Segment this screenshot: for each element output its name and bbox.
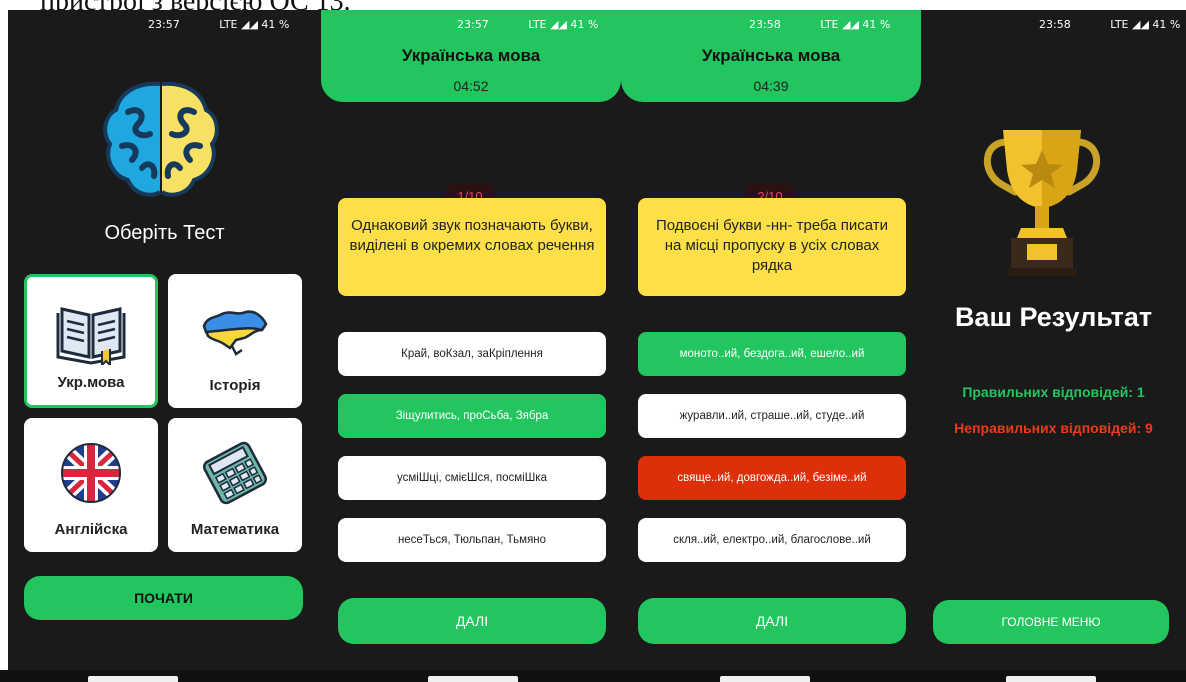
- answer-option-correct[interactable]: Зіщулитись, проСьба, Зябра: [338, 394, 606, 438]
- correct-count: Правильних відповідей: 1: [962, 384, 1145, 400]
- status-bar: 23:58 LTE ◢◢ 41 %: [749, 18, 890, 31]
- test-selection-screen: 23:57 LTE ◢◢ 41 % Оберіть Тест Укр.мова …: [8, 10, 321, 670]
- countdown-timer: 04:39: [753, 78, 789, 94]
- test-card-math[interactable]: Математика: [168, 418, 302, 552]
- next-button[interactable]: ДАЛІ: [338, 598, 606, 644]
- question-text: Подвоєні букви -нн- треба писати на місц…: [638, 198, 906, 296]
- status-bar: 23:57 LTE ◢◢ 41 %: [148, 18, 289, 31]
- calculator-icon: [202, 441, 268, 505]
- status-time: 23:57: [457, 18, 489, 31]
- nav-home-pill[interactable]: [88, 676, 178, 682]
- main-menu-button[interactable]: ГОЛОВНЕ МЕНЮ: [933, 600, 1169, 644]
- test-card-ukrainian[interactable]: Укр.мова: [24, 274, 158, 408]
- wrong-count: Неправильних відповідей: 9: [954, 420, 1153, 436]
- answer-option[interactable]: журавли..ий, страше..ий, студе..ий: [638, 394, 906, 438]
- status-time: 23:58: [1039, 18, 1071, 31]
- test-card-label: Математика: [190, 521, 280, 538]
- uk-flag-icon: [61, 443, 121, 503]
- status-network: LTE ◢◢ 41 %: [219, 18, 290, 31]
- question-screen-2: 23:58 LTE ◢◢ 41 % Українська мова 04:39 …: [621, 10, 921, 670]
- question-screen-1: 23:57 LTE ◢◢ 41 % Українська мова 04:52 …: [321, 10, 621, 670]
- answer-option-correct[interactable]: моното..ий, бездога..ий, ешело..ий: [638, 332, 906, 376]
- subject-title: Українська мова: [401, 46, 541, 65]
- status-time: 23:58: [749, 18, 781, 31]
- test-card-history[interactable]: Історія: [168, 274, 302, 408]
- status-network: LTE ◢◢ 41 %: [528, 18, 599, 31]
- countdown-timer: 04:52: [453, 78, 489, 94]
- status-bar: 23:58 LTE ◢◢ 41 %: [1039, 18, 1180, 31]
- test-card-label: Історія: [209, 377, 261, 394]
- result-title: Ваш Результат: [954, 302, 1153, 332]
- test-card-label: Укр.мова: [57, 374, 125, 391]
- test-card-label: Англійска: [54, 521, 128, 538]
- answer-option-wrong[interactable]: свяще..ий, довгожда..ий, безіме..ий: [638, 456, 906, 500]
- nav-home-pill[interactable]: [1006, 676, 1096, 682]
- status-network: LTE ◢◢ 41 %: [1110, 18, 1181, 31]
- nav-home-pill[interactable]: [720, 676, 810, 682]
- subject-title: Українська мова: [701, 46, 841, 65]
- ukraine-map-icon: [202, 310, 268, 356]
- start-button[interactable]: ПОЧАТИ: [24, 576, 303, 620]
- answer-option[interactable]: усміШці, смієШся, посміШка: [338, 456, 606, 500]
- answer-option[interactable]: Край, воКзал, заКріплення: [338, 332, 606, 376]
- result-screen: 23:58 LTE ◢◢ 41 % Ваш Результат Правильн…: [921, 10, 1186, 670]
- status-time: 23:57: [148, 18, 180, 31]
- answer-option[interactable]: скля..ий, електро..ий, благослове..ий: [638, 518, 906, 562]
- quiz-header: 23:57 LTE ◢◢ 41 % Українська мова 04:52: [321, 10, 621, 102]
- book-icon: [56, 307, 126, 365]
- test-card-english[interactable]: Англійска: [24, 418, 158, 552]
- question-text: Однаковий звук позначають букви, виділен…: [338, 198, 606, 296]
- nav-home-pill[interactable]: [428, 676, 518, 682]
- status-bar: 23:57 LTE ◢◢ 41 %: [457, 18, 598, 31]
- next-button[interactable]: ДАЛІ: [638, 598, 906, 644]
- trophy-icon: [983, 130, 1101, 276]
- answer-option[interactable]: несеТься, Тюльпан, Тьмяно: [338, 518, 606, 562]
- brain-logo-icon: [103, 81, 219, 197]
- choose-test-title: Оберіть Тест: [104, 222, 225, 244]
- quiz-header: 23:58 LTE ◢◢ 41 % Українська мова 04:39: [621, 10, 921, 102]
- status-network: LTE ◢◢ 41 %: [820, 18, 891, 31]
